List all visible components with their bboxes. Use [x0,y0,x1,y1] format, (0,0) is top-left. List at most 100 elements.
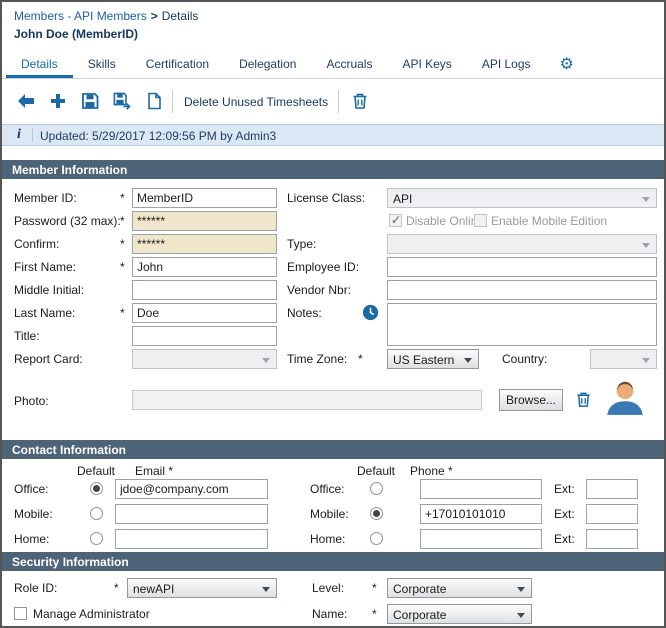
copy-document-icon[interactable] [144,91,164,111]
phone-column-header: Phone * [410,464,453,478]
toolbar-separator [338,90,339,113]
tab-certification[interactable]: Certification [131,48,224,78]
member-id-input[interactable] [132,188,277,208]
tab-bar: Details Skills Certification Delegation … [2,48,664,79]
last-name-input[interactable] [132,303,277,323]
phone-home-default-radio[interactable] [370,532,383,545]
employee-id-label: Employee ID: [287,260,359,274]
level-label: Level: [312,581,344,595]
type-label: Type: [287,237,316,251]
phone-home-input[interactable] [420,529,542,549]
tab-delegation[interactable]: Delegation [224,48,311,78]
first-name-input[interactable] [132,257,277,277]
password-input[interactable] [132,211,277,231]
confirm-label: Confirm: [14,237,59,251]
password-required: * [120,214,125,228]
level-select[interactable]: Corporate [387,578,532,598]
confirm-required: * [120,237,125,251]
country-select [590,349,657,369]
member-id-label: Member ID: [14,191,77,205]
tab-settings-gear-icon[interactable]: ⚙ [546,48,588,78]
disable-online-checkbox [389,214,402,227]
email-default-column-header: Default [72,464,120,478]
vendor-nbr-input[interactable] [387,280,657,300]
email-office-default-radio[interactable] [90,482,103,495]
role-id-select[interactable]: newAPI [127,578,277,598]
notes-textarea[interactable] [387,303,657,346]
report-card-label: Report Card: [14,352,83,366]
name-label: Name: [312,607,347,621]
tab-api-logs[interactable]: API Logs [467,48,546,78]
notes-label: Notes: [287,306,322,320]
back-icon[interactable] [16,91,36,111]
phone-home-label: Home: [310,532,345,546]
tab-api-keys[interactable]: API Keys [387,48,466,78]
phone-office-label: Office: [310,482,344,496]
phone-mobile-ext-input[interactable] [586,504,638,524]
status-bar-divider [32,128,33,142]
email-home-input[interactable] [115,529,268,549]
time-zone-label: Time Zone: [287,352,347,366]
photo-browse-button[interactable]: Browse... [499,389,563,411]
email-mobile-label: Mobile: [14,507,53,521]
phone-home-ext-input[interactable] [586,529,638,549]
title-label: Title: [14,329,40,343]
first-name-required: * [120,260,125,274]
employee-id-input[interactable] [387,257,657,277]
phone-office-ext-label: Ext: [554,482,575,496]
disable-online-label: Disable Online [406,214,484,228]
email-mobile-default-radio[interactable] [90,507,103,520]
breadcrumb-separator: > [151,9,158,23]
email-office-input[interactable] [115,479,268,499]
manage-administrator-label: Manage Administrator [33,607,150,621]
license-class-label: License Class: [287,191,365,205]
status-bar: i Updated: 5/29/2017 12:09:56 PM by Admi… [2,124,664,146]
breadcrumb-current: Details [162,9,199,23]
member-details-window: Members - API Members>Details John Doe (… [0,0,666,628]
confirm-password-input[interactable] [132,234,277,254]
breadcrumb-link-members[interactable]: Members - API Members [14,9,147,23]
phone-mobile-default-radio[interactable] [370,507,383,520]
license-class-select: API [387,188,657,208]
tab-skills[interactable]: Skills [73,48,131,78]
save-and-close-icon[interactable] [112,91,132,111]
save-icon[interactable] [80,91,100,111]
delete-trash-icon[interactable] [350,91,370,111]
middle-initial-label: Middle Initial: [14,283,84,297]
phone-mobile-input[interactable] [420,504,542,524]
phone-office-default-radio[interactable] [370,482,383,495]
tab-details[interactable]: Details [6,48,73,78]
time-zone-select[interactable]: US Eastern [387,349,479,369]
security-information-header: Security Information [2,552,664,571]
last-name-required: * [120,306,125,320]
phone-office-ext-input[interactable] [586,479,638,499]
photo-path-input [132,390,482,410]
role-id-required: * [114,581,119,595]
notes-history-clock-icon[interactable] [362,304,379,321]
vendor-nbr-label: Vendor Nbr: [287,283,351,297]
phone-home-ext-label: Ext: [554,532,575,546]
info-icon: i [17,127,21,143]
manage-administrator-checkbox[interactable] [14,607,27,620]
updated-status-text: Updated: 5/29/2017 12:09:56 PM by Admin3 [40,129,276,143]
first-name-label: First Name: [14,260,76,274]
delete-unused-timesheets-button[interactable]: Delete Unused Timesheets [184,95,328,109]
tab-accruals[interactable]: Accruals [311,48,387,78]
email-home-default-radio[interactable] [90,532,103,545]
member-photo-avatar-icon [604,378,646,416]
country-label: Country: [502,352,547,366]
password-label: Password (32 max): [14,214,121,228]
phone-default-column-header: Default [352,464,400,478]
middle-initial-input[interactable] [132,280,277,300]
level-required: * [372,581,377,595]
title-input[interactable] [132,326,277,346]
add-icon[interactable] [48,91,68,111]
phone-office-input[interactable] [420,479,542,499]
email-mobile-input[interactable] [115,504,268,524]
photo-delete-trash-icon[interactable] [574,390,593,409]
enable-mobile-edition-checkbox [474,214,487,227]
email-column-header-text: Email [135,464,165,478]
name-select[interactable]: Corporate [387,604,532,624]
type-select [387,234,657,254]
phone-column-header-text: Phone [410,464,445,478]
